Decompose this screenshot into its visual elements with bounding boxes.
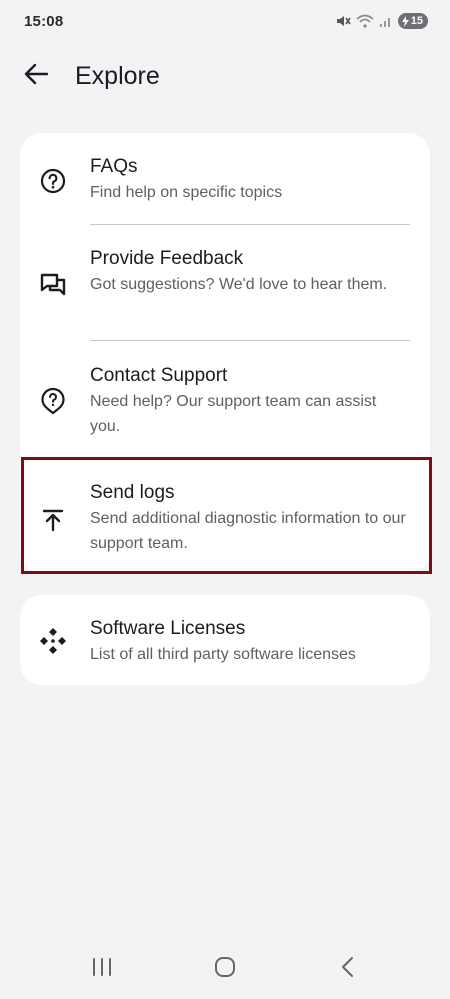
menu-item-text: FAQs Find help on specific topics: [90, 155, 408, 205]
menu-item-provide-feedback[interactable]: Provide Feedback Got suggestions? We'd l…: [20, 247, 430, 341]
status-time: 15:08: [24, 12, 64, 30]
licenses-card: Software Licenses List of all third part…: [20, 595, 430, 685]
menu-item-text: Contact Support Need help? Our support t…: [90, 364, 408, 439]
app-bar: Explore: [0, 48, 450, 104]
status-icons: 15: [335, 13, 428, 29]
back-nav-button[interactable]: [318, 949, 378, 989]
signal-icon: [379, 14, 393, 28]
menu-item-faqs[interactable]: FAQs Find help on specific topics: [20, 155, 430, 225]
menu-item-title: Send logs: [90, 482, 175, 503]
support-bubble-icon: [38, 386, 68, 416]
battery-level: 15: [410, 15, 423, 27]
menu-item-title: FAQs: [90, 156, 138, 177]
menu-item-text: Software Licenses List of all third part…: [90, 617, 408, 667]
divider: [90, 340, 410, 341]
help-circle-icon: [38, 166, 68, 196]
menu-item-text: Send logs Send additional diagnostic inf…: [90, 481, 408, 556]
battery-indicator: 15: [397, 13, 428, 29]
feedback-chat-icon: [38, 270, 68, 300]
page-title: Explore: [75, 61, 160, 90]
menu-item-title: Contact Support: [90, 365, 228, 386]
menu-item-subtitle: Send additional diagnostic information t…: [90, 510, 406, 552]
wifi-icon: [356, 14, 374, 28]
menu-item-text: Provide Feedback Got suggestions? We'd l…: [90, 247, 408, 297]
upload-icon: [38, 505, 68, 535]
home-button[interactable]: [195, 949, 255, 989]
help-options-card: FAQs Find help on specific topics Provid…: [20, 133, 430, 573]
recent-apps-button[interactable]: [72, 949, 132, 989]
menu-item-title: Software Licenses: [90, 618, 246, 639]
divider: [90, 224, 410, 225]
menu-item-subtitle: Need help? Our support team can assist y…: [90, 393, 377, 435]
menu-item-subtitle: Find help on specific topics: [90, 184, 283, 201]
back-button[interactable]: [8, 48, 64, 104]
menu-item-title: Provide Feedback: [90, 248, 244, 269]
back-nav-icon: [340, 956, 356, 983]
recent-apps-icon: [91, 957, 113, 982]
menu-item-contact-support[interactable]: Contact Support Need help? Our support t…: [20, 364, 430, 458]
menu-item-subtitle: Got suggestions? We'd love to hear them.: [90, 276, 388, 293]
system-nav-bar: [0, 939, 450, 999]
menu-item-subtitle: List of all third party software license…: [90, 646, 356, 663]
mute-icon: [335, 14, 351, 28]
menu-item-software-licenses[interactable]: Software Licenses List of all third part…: [20, 617, 430, 667]
battery-charging-icon: [401, 15, 409, 27]
status-bar: 15:08 15: [0, 0, 450, 42]
home-icon: [214, 956, 236, 983]
arrow-back-icon: [23, 62, 49, 91]
menu-item-send-logs[interactable]: Send logs Send additional diagnostic inf…: [20, 481, 430, 573]
licenses-diamond-icon: [38, 626, 68, 656]
